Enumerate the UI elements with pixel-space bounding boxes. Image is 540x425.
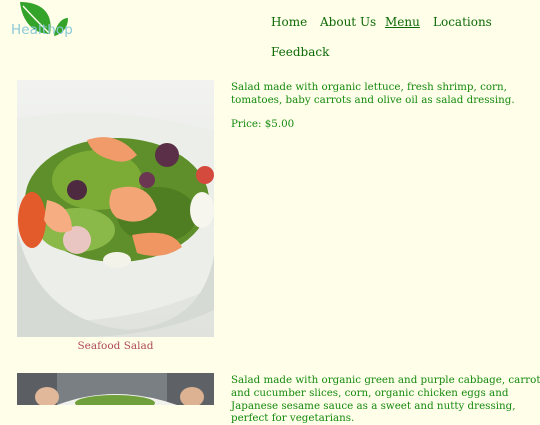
menu-item-price: Price: $5.00 — [231, 118, 295, 130]
vegetable-salad-image — [17, 373, 214, 405]
nav-about-us[interactable]: About Us — [320, 15, 376, 29]
logo-text: Healthop — [11, 22, 73, 38]
menu-item-description: Salad made with organic lettuce, fresh s… — [231, 81, 515, 106]
nav-feedback[interactable]: Feedback — [271, 45, 329, 59]
seafood-salad-image — [17, 80, 214, 337]
nav-menu[interactable]: Menu — [385, 15, 420, 29]
menu-item-description: Salad made with organic green and purple… — [231, 374, 540, 425]
menu-item-caption: Seafood Salad — [77, 340, 154, 352]
nav-locations[interactable]: Locations — [433, 15, 492, 29]
nav-home[interactable]: Home — [271, 15, 307, 29]
